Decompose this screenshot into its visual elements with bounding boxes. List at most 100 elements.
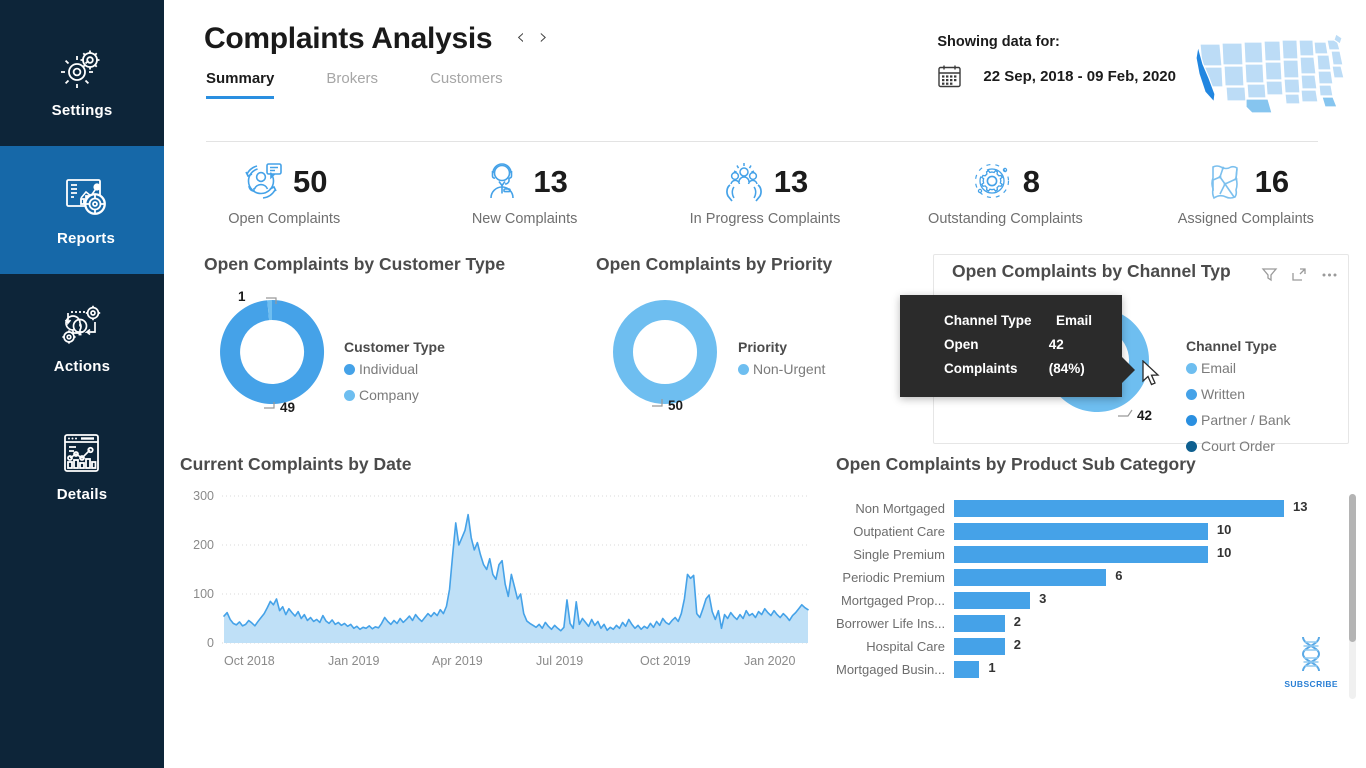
donut-chart-row: Open Complaints by Customer Type: [164, 254, 1366, 454]
showing-data-label: Showing data for:: [937, 34, 1176, 50]
kpi-assigned-complaints[interactable]: 16 Assigned Complaints: [1126, 160, 1366, 227]
bar-row[interactable]: Single Premium10: [836, 543, 1366, 566]
donut-callout-large: 50: [668, 398, 683, 413]
tooltip-key: Open Complaints: [944, 333, 1049, 381]
legend-dot: [344, 390, 355, 401]
subscribe-label: SUBSCRIBE: [1284, 679, 1338, 689]
kpi-label: New Complaints: [472, 211, 578, 227]
bar-row[interactable]: Outpatient Care10: [836, 520, 1366, 543]
kpi-value: 50: [293, 166, 327, 197]
bar-row[interactable]: Periodic Premium6: [836, 566, 1366, 589]
donut-priority[interactable]: 50: [596, 287, 738, 417]
kpi-open-complaints[interactable]: 50 Open Complaints: [164, 160, 404, 227]
donut-callout-large: 49: [280, 400, 295, 415]
legend-item[interactable]: Email: [1186, 360, 1291, 376]
bar-fill[interactable]: [954, 638, 1005, 655]
sidebar-item-reports[interactable]: Reports: [0, 146, 172, 274]
kpi-label: Outstanding Complaints: [928, 211, 1083, 227]
card-action-bar: [1261, 266, 1338, 283]
bar-fill[interactable]: [954, 569, 1106, 586]
bar-fill[interactable]: [954, 661, 979, 678]
legend-dot: [1186, 389, 1197, 400]
legend-item[interactable]: Company: [344, 387, 445, 403]
next-page-button[interactable]: ›: [539, 27, 548, 49]
bar-row[interactable]: Non Mortgaged13: [836, 497, 1366, 520]
legend-label: Email: [1201, 360, 1236, 376]
bar-category-label: Outpatient Care: [836, 524, 954, 539]
dna-helix-icon: [1293, 635, 1329, 678]
bar-row[interactable]: Mortgaged Prop...3: [836, 589, 1366, 612]
bar-fill[interactable]: [954, 500, 1284, 517]
previous-page-button[interactable]: ‹: [516, 27, 525, 49]
tab-brokers[interactable]: Brokers: [326, 70, 378, 99]
legend-item[interactable]: Court Order: [1186, 438, 1291, 454]
donut-callout-large: 42: [1137, 408, 1152, 423]
page-header: Complaints Analysis ‹ › Summary Brokers …: [164, 0, 1366, 142]
area-series: [224, 515, 808, 643]
sidebar-item-label: Details: [57, 486, 108, 503]
subscribe-watermark: SUBSCRIBE: [1284, 635, 1338, 689]
svg-text:Jul 2019: Jul 2019: [536, 654, 583, 668]
legend-item[interactable]: Non-Urgent: [738, 361, 825, 377]
svg-text:100: 100: [193, 587, 214, 601]
legend-customer-type: Customer Type Individual Company: [344, 287, 445, 413]
kpi-row: 50 Open Complaints: [164, 142, 1366, 254]
page-navigation: ‹ ›: [516, 27, 548, 49]
tab-summary[interactable]: Summary: [206, 70, 274, 99]
tooltip-row: Channel Type Email: [944, 309, 1100, 333]
legend-dot: [1186, 415, 1197, 426]
chart-title: Open Complaints by Priority: [596, 254, 933, 275]
date-range-display: Showing data for:: [937, 34, 1176, 89]
tab-customers[interactable]: Customers: [430, 70, 503, 99]
svg-text:0: 0: [207, 636, 214, 650]
kpi-outstanding-complaints[interactable]: 8 Outstanding Complaints: [885, 160, 1125, 227]
legend-label: Court Order: [1201, 438, 1275, 454]
bar-fill[interactable]: [954, 592, 1030, 609]
svg-text:Oct 2019: Oct 2019: [640, 654, 691, 668]
more-options-icon[interactable]: [1321, 266, 1338, 283]
legend-item[interactable]: Individual: [344, 361, 445, 377]
bar-category-label: Hospital Care: [836, 639, 954, 654]
calendar-icon[interactable]: [937, 63, 963, 89]
tooltip-value: Email: [1056, 309, 1092, 333]
chart-open-complaints-by-customer-type: Open Complaints by Customer Type: [172, 254, 568, 454]
bar-track: 10: [954, 546, 1366, 563]
date-range-value[interactable]: 22 Sep, 2018 - 09 Feb, 2020: [983, 68, 1176, 85]
svg-text:Jan 2020: Jan 2020: [744, 654, 795, 668]
mouse-cursor: [1142, 360, 1162, 388]
svg-text:200: 200: [193, 538, 214, 552]
bar-fill[interactable]: [954, 523, 1208, 540]
kpi-label: Assigned Complaints: [1178, 211, 1314, 227]
donut-customer-type[interactable]: 1 49: [204, 287, 344, 417]
bar-category-label: Mortgaged Prop...: [836, 593, 954, 608]
chart-open-complaints-by-priority: Open Complaints by Priority 50 Priority: [568, 254, 933, 454]
bar-category-label: Periodic Premium: [836, 570, 954, 585]
sidebar-item-actions[interactable]: Actions: [0, 274, 164, 402]
bar-category-label: Mortgaged Busin...: [836, 662, 954, 677]
chart-current-complaints-by-date: Current Complaints by Date 300 200 100 0: [164, 454, 824, 719]
dashboard-bars-icon: [57, 430, 107, 476]
bottom-chart-row: Current Complaints by Date 300 200 100 0: [164, 454, 1366, 719]
legend-label: Written: [1201, 386, 1245, 402]
bar-fill[interactable]: [954, 546, 1208, 563]
bar-fill[interactable]: [954, 615, 1005, 632]
svg-text:300: 300: [193, 489, 214, 503]
area-chart-canvas[interactable]: 300 200 100 0 Oct 2018 Jan 2019 Apr 2019…: [180, 483, 820, 695]
kpi-in-progress-complaints[interactable]: 13 In Progress Complaints: [645, 160, 885, 227]
legend-item[interactable]: Partner / Bank: [1186, 412, 1291, 428]
filter-icon[interactable]: [1261, 266, 1278, 283]
scrollbar-thumb[interactable]: [1349, 494, 1356, 642]
legend-channel-type: Channel Type Email Written Partner / Ban…: [1174, 292, 1291, 464]
svg-text:Jan 2019: Jan 2019: [328, 654, 379, 668]
kpi-value: 13: [774, 166, 808, 197]
focus-mode-icon[interactable]: [1291, 266, 1308, 283]
bar-chart-scrollbar[interactable]: [1349, 494, 1356, 699]
sidebar-item-details[interactable]: Details: [0, 402, 164, 530]
bar-row[interactable]: Borrower Life Ins...2: [836, 612, 1366, 635]
chart-title: Open Complaints by Customer Type: [204, 254, 568, 275]
legend-item[interactable]: Written: [1186, 386, 1291, 402]
chart-tooltip: Channel Type Email Open Complaints 42 (8…: [900, 295, 1122, 397]
kpi-new-complaints[interactable]: 13 New Complaints: [404, 160, 644, 227]
sidebar-item-label: Actions: [54, 358, 110, 375]
sidebar-item-settings[interactable]: Settings: [0, 18, 164, 146]
